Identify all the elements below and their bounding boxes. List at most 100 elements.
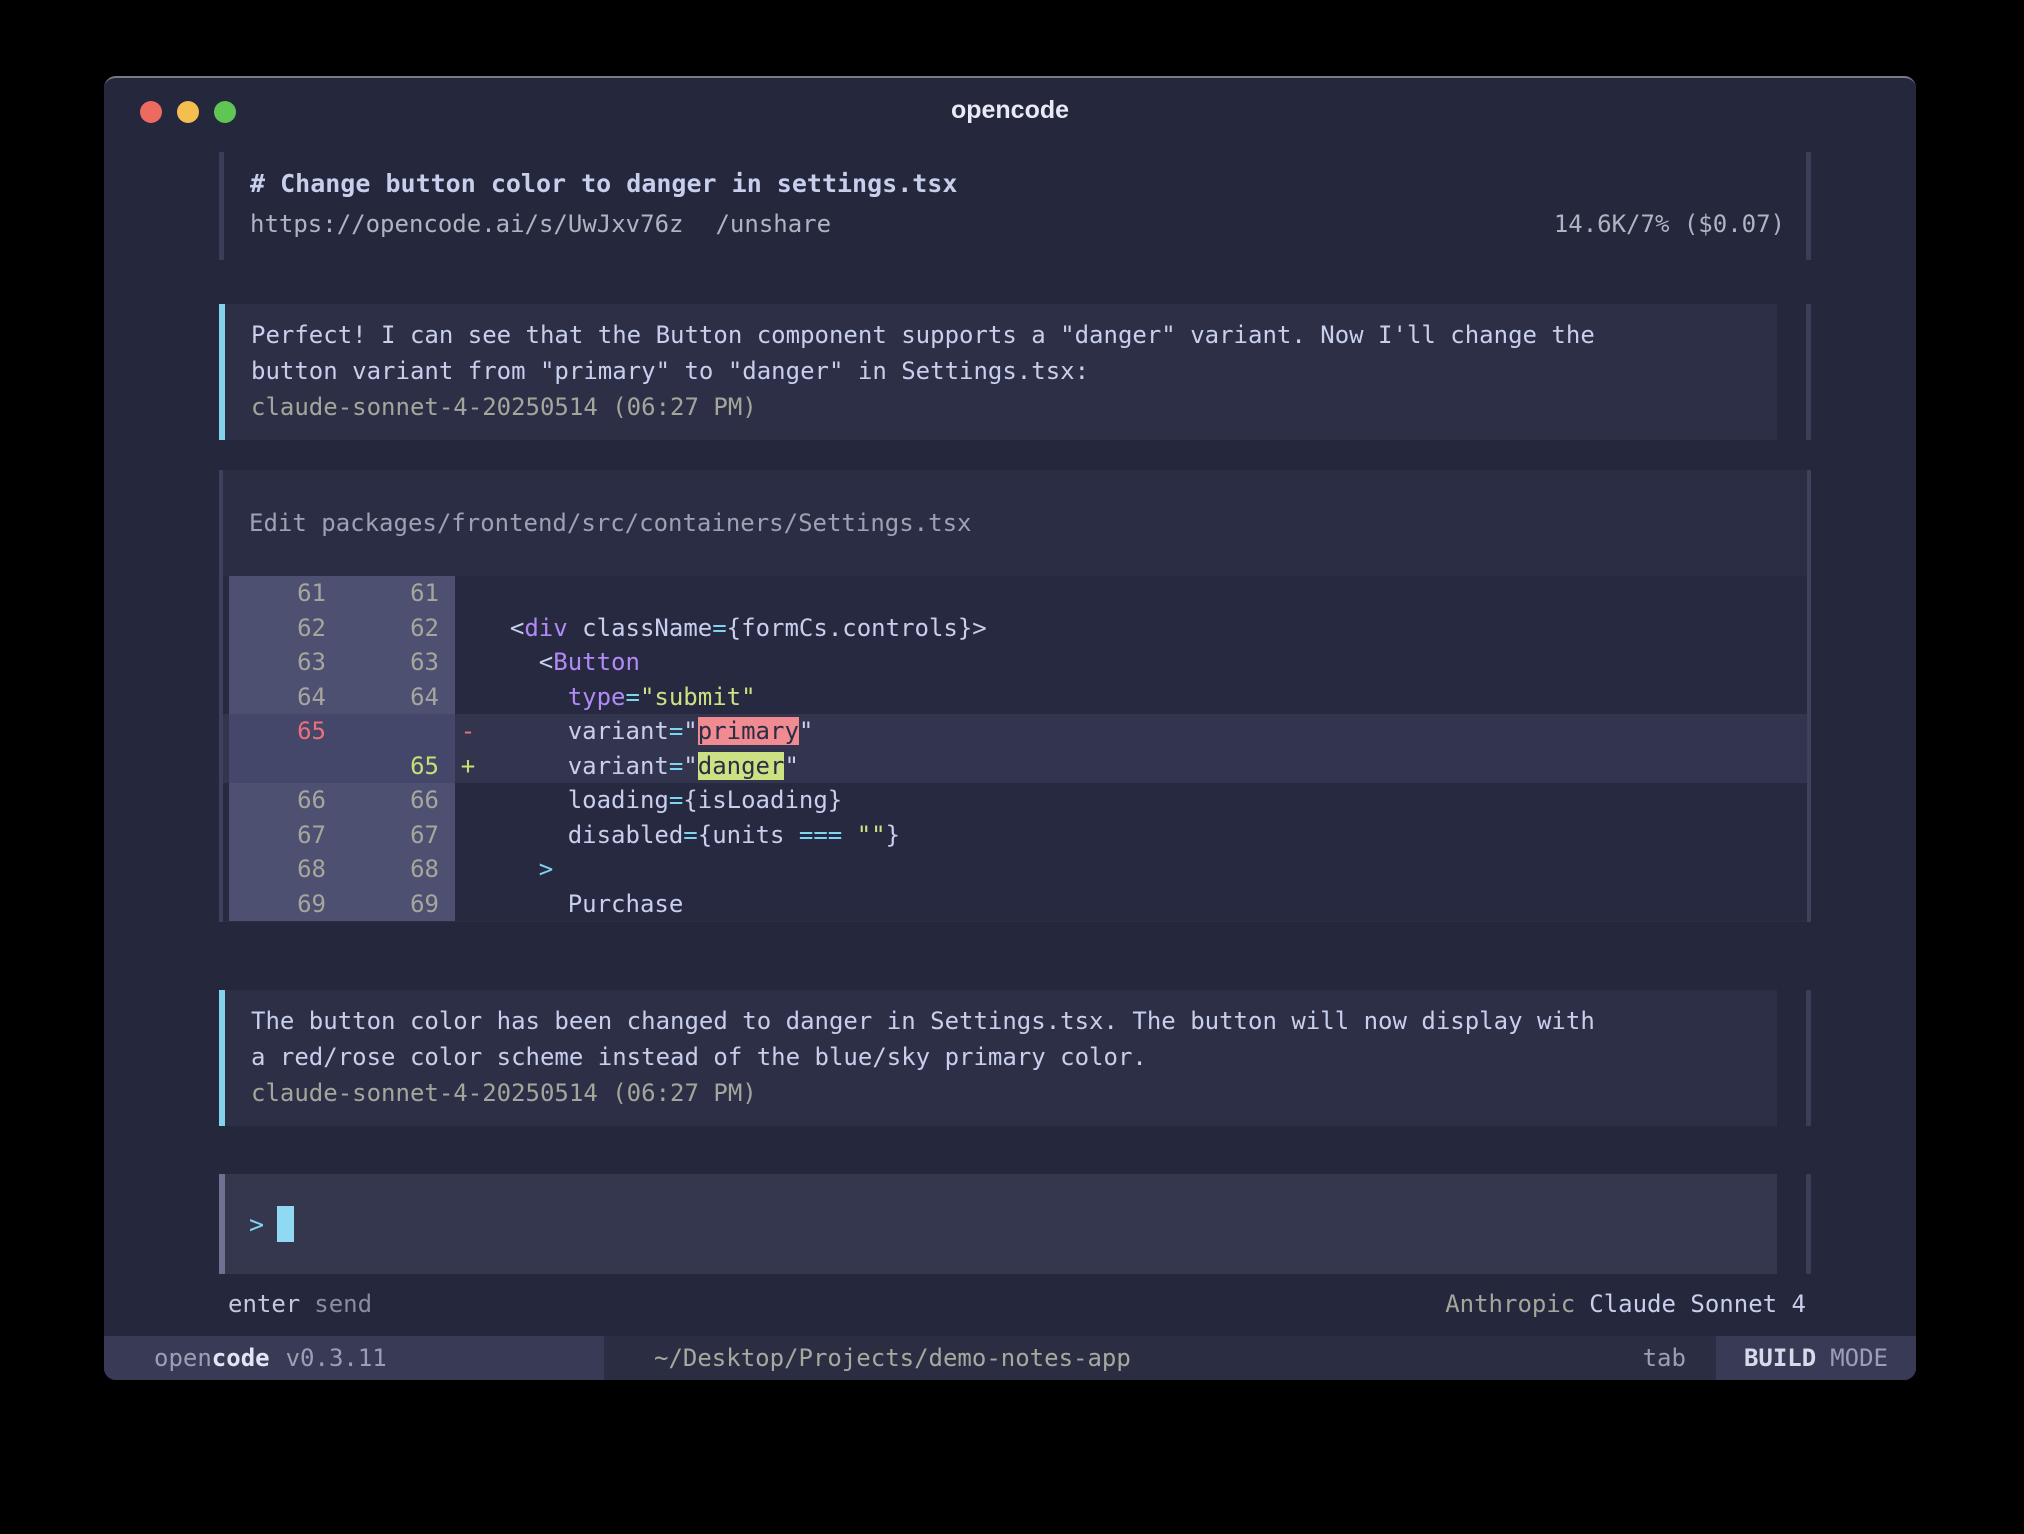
share-url[interactable]: https://opencode.ai/s/UwJxv76z bbox=[250, 204, 683, 244]
share-link-row: https://opencode.ai/s/UwJxv76z /unshare bbox=[250, 204, 831, 244]
code-token: " bbox=[799, 717, 813, 745]
diff-gutter: 6767 bbox=[229, 818, 455, 853]
mode-primary: BUILD bbox=[1744, 1344, 1816, 1372]
assistant-message-row: Perfect! I can see that the Button compo… bbox=[219, 304, 1811, 440]
line-number-new: 66 bbox=[342, 786, 455, 814]
text-cursor bbox=[277, 1206, 294, 1242]
line-number-new: 65 bbox=[342, 752, 455, 780]
code-token: disabled bbox=[481, 821, 683, 849]
mode-indicator[interactable]: BUILD MODE bbox=[1716, 1336, 1916, 1380]
diff-row: 65+ variant="danger" bbox=[223, 749, 1807, 784]
code-token: = bbox=[683, 821, 697, 849]
send-hint: entersend bbox=[228, 1286, 372, 1322]
code-token: div bbox=[524, 614, 567, 642]
code-token: {isLoading} bbox=[683, 786, 842, 814]
line-number-old: 66 bbox=[229, 786, 342, 814]
line-number-old: 62 bbox=[229, 614, 342, 642]
code-token: "submit" bbox=[640, 683, 756, 711]
line-number-new: 69 bbox=[342, 890, 455, 918]
code-token bbox=[481, 683, 568, 711]
diff-row: 6161 bbox=[223, 576, 1807, 611]
opencode-window: opencode # Change button color to danger… bbox=[104, 76, 1916, 1380]
code-token: Button bbox=[553, 648, 640, 676]
session-title: # Change button color to danger in setti… bbox=[250, 164, 1785, 204]
diff-row: 6969 Purchase bbox=[223, 887, 1807, 922]
code-token: primary bbox=[698, 717, 799, 745]
prompt-input-row: > bbox=[219, 1174, 1811, 1274]
line-number-old: 61 bbox=[229, 579, 342, 607]
tab-key-hint: tab bbox=[1643, 1344, 1686, 1372]
diff-row: 65- variant="primary" bbox=[223, 714, 1807, 749]
code-token bbox=[842, 821, 856, 849]
code-token: Purchase bbox=[481, 890, 683, 918]
code-token: className bbox=[568, 614, 713, 642]
message-line: a red/rose color scheme instead of the b… bbox=[251, 1039, 1751, 1075]
diff-code-line: variant="primary" bbox=[481, 717, 813, 745]
line-number-new: 63 bbox=[342, 648, 455, 676]
message-meta: claude-sonnet-4-20250514 (06:27 PM) bbox=[251, 389, 1751, 425]
diff-gutter: 65 bbox=[229, 714, 455, 749]
code-token: {formCs.controls}> bbox=[727, 614, 987, 642]
code-token: variant bbox=[481, 717, 669, 745]
message-line: Perfect! I can see that the Button compo… bbox=[251, 317, 1751, 353]
line-number-old: 69 bbox=[229, 890, 342, 918]
diff-gutter: 6666 bbox=[229, 783, 455, 818]
message-line: button variant from "primary" to "danger… bbox=[251, 353, 1751, 389]
diff-gutter: 6969 bbox=[229, 887, 455, 922]
line-number-new: 64 bbox=[342, 683, 455, 711]
code-token: " bbox=[683, 717, 697, 745]
prompt-input[interactable]: > bbox=[219, 1174, 1777, 1274]
line-number-old: 65 bbox=[229, 717, 342, 745]
window-title: opencode bbox=[104, 78, 1916, 125]
diff-code-line: disabled={units === ""} bbox=[481, 821, 900, 849]
titlebar: opencode bbox=[104, 78, 1916, 134]
unshare-command[interactable]: /unshare bbox=[715, 204, 831, 244]
line-number-old: 68 bbox=[229, 855, 342, 883]
message-line: The button color has been changed to dan… bbox=[251, 1003, 1751, 1039]
send-hint-label: send bbox=[314, 1290, 372, 1318]
close-button[interactable] bbox=[140, 101, 162, 123]
diff-rows: 61616262 <div className={formCs.controls… bbox=[223, 576, 1807, 921]
working-directory: ~/Desktop/Projects/demo-notes-app bbox=[654, 1344, 1131, 1372]
code-token: "" bbox=[857, 821, 886, 849]
model-indicator: AnthropicClaude Sonnet 4 bbox=[1445, 1286, 1806, 1322]
line-number-new: 67 bbox=[342, 821, 455, 849]
code-token: {units bbox=[698, 821, 799, 849]
mode-secondary: MODE bbox=[1830, 1344, 1888, 1372]
line-number-old: 63 bbox=[229, 648, 342, 676]
model-name: Claude Sonnet 4 bbox=[1589, 1290, 1806, 1318]
app-name-bold: code bbox=[212, 1344, 270, 1372]
line-number-old: 67 bbox=[229, 821, 342, 849]
assistant-message: The button color has been changed to dan… bbox=[219, 990, 1777, 1126]
app-version-segment: opencodev0.3.11 bbox=[104, 1336, 604, 1380]
message-meta: claude-sonnet-4-20250514 (06:27 PM) bbox=[251, 1075, 1751, 1111]
diff-row: 6464 type="submit" bbox=[223, 680, 1807, 715]
share-subrow: https://opencode.ai/s/UwJxv76z /unshare … bbox=[250, 204, 1785, 244]
diff-gutter: 65 bbox=[229, 749, 455, 784]
code-token: " bbox=[784, 752, 798, 780]
code-token: = bbox=[669, 717, 683, 745]
code-token: > bbox=[539, 855, 553, 883]
minimize-button[interactable] bbox=[177, 101, 199, 123]
code-token: < bbox=[481, 614, 524, 642]
diff-gutter: 6262 bbox=[229, 611, 455, 646]
assistant-message-row: The button color has been changed to dan… bbox=[219, 990, 1811, 1126]
token-usage-stats: 14.6K/7% ($0.07) bbox=[1554, 204, 1785, 244]
code-token: = bbox=[626, 683, 640, 711]
zoom-button[interactable] bbox=[214, 101, 236, 123]
code-token bbox=[481, 855, 539, 883]
code-token: variant bbox=[481, 752, 669, 780]
line-number-new: 68 bbox=[342, 855, 455, 883]
code-token: = bbox=[669, 752, 683, 780]
diff-code-line: loading={isLoading} bbox=[481, 786, 842, 814]
app-name-light: open bbox=[154, 1344, 212, 1372]
diff-marker: + bbox=[455, 752, 481, 780]
code-token: danger bbox=[698, 752, 785, 780]
diff-row: 6666 loading={isLoading} bbox=[223, 783, 1807, 818]
diff-marker: - bbox=[455, 717, 481, 745]
diff-row: 6767 disabled={units === ""} bbox=[223, 818, 1807, 853]
diff-row: 6868 > bbox=[223, 852, 1807, 887]
code-token: type bbox=[568, 683, 626, 711]
diff-gutter: 6464 bbox=[229, 680, 455, 715]
line-number-new: 61 bbox=[342, 579, 455, 607]
